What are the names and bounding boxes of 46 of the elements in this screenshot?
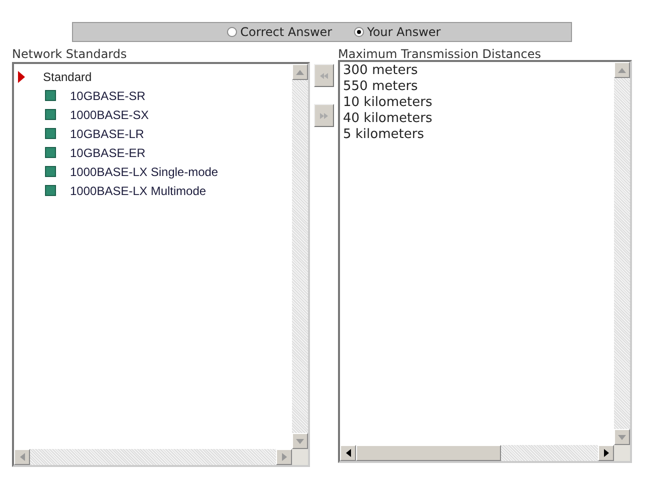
tree-item[interactable]: 10GBASE-ER [70,146,146,160]
scrollbar-corner [292,449,308,465]
down-arrow-icon [296,438,304,444]
tree-item[interactable]: 1000BASE-LX Multimode [70,184,206,198]
scroll-down-button[interactable] [292,433,308,449]
scroll-up-button[interactable] [614,62,630,78]
square-icon [45,109,56,120]
tree-item[interactable]: 10GBASE-SR [70,88,146,102]
radio-icon[interactable] [227,27,238,37]
left-arrow-icon [346,449,350,457]
list-item[interactable]: 300 meters [343,63,611,79]
radio-icon[interactable] [354,27,364,37]
up-arrow-icon [296,70,304,74]
list-item[interactable]: 10 kilometers [343,95,611,111]
tree-item[interactable]: 10GBASE-LR [70,126,144,140]
double-right-arrow-icon [320,112,328,118]
list-title: Maximum Transmission Distances [338,47,542,61]
scroll-up-button[interactable] [292,64,308,80]
down-arrow-icon [618,434,626,440]
list-item[interactable]: 550 meters [343,79,611,95]
square-icon [45,147,56,158]
scrollbar-corner [614,445,630,461]
vertical-scrollbar[interactable] [292,64,308,449]
square-icon [45,128,56,139]
horizontal-scrollbar[interactable] [340,445,614,461]
tree-item[interactable]: 1000BASE-LX Single-mode [70,164,218,178]
expand-arrow-icon[interactable] [18,71,25,83]
scroll-left-button[interactable] [340,445,356,461]
tree-node-label[interactable]: Standard [43,70,92,84]
list-item[interactable]: 5 kilometers [343,127,611,143]
list-title: Network Standards [12,47,128,61]
move-left-button[interactable] [314,64,334,87]
tree-item[interactable]: 1000BASE-SX [70,108,149,122]
up-arrow-icon [618,68,626,72]
vertical-scrollbar[interactable] [614,62,630,445]
scroll-right-button[interactable] [598,445,614,461]
scroll-thumb[interactable] [356,445,501,461]
right-arrow-icon [604,449,608,457]
square-icon [45,90,56,101]
square-icon [45,185,56,196]
left-arrow-icon [20,453,24,461]
right-arrow-icon [282,453,286,461]
square-icon [45,166,56,177]
double-left-arrow-icon [320,72,328,78]
list-item[interactable]: 40 kilometers [343,111,611,127]
move-right-button[interactable] [314,104,334,127]
